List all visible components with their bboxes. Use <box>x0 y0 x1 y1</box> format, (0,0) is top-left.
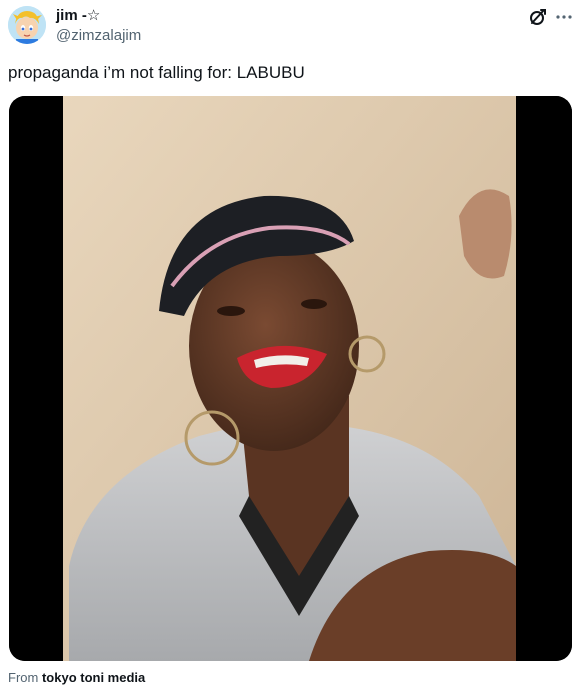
more-options-icon[interactable] <box>553 6 575 28</box>
video-frame <box>9 96 572 661</box>
tweet[interactable]: jim -☆ @zimzalajim propaganda i’m not fa… <box>0 0 578 687</box>
video-media[interactable] <box>9 96 572 661</box>
display-name[interactable]: jim -☆ <box>56 6 100 25</box>
avatar[interactable] <box>8 6 46 44</box>
source-link[interactable]: tokyo toni media <box>42 670 145 685</box>
source-prefix: From <box>8 670 39 685</box>
user-handle[interactable]: @zimzalajim <box>56 26 141 45</box>
media-source: From tokyo toni media <box>8 670 145 686</box>
tweet-text: propaganda i’m not falling for: LABUBU <box>8 63 305 82</box>
avatar-cartoon-icon <box>8 6 46 44</box>
grok-icon[interactable] <box>527 6 549 28</box>
